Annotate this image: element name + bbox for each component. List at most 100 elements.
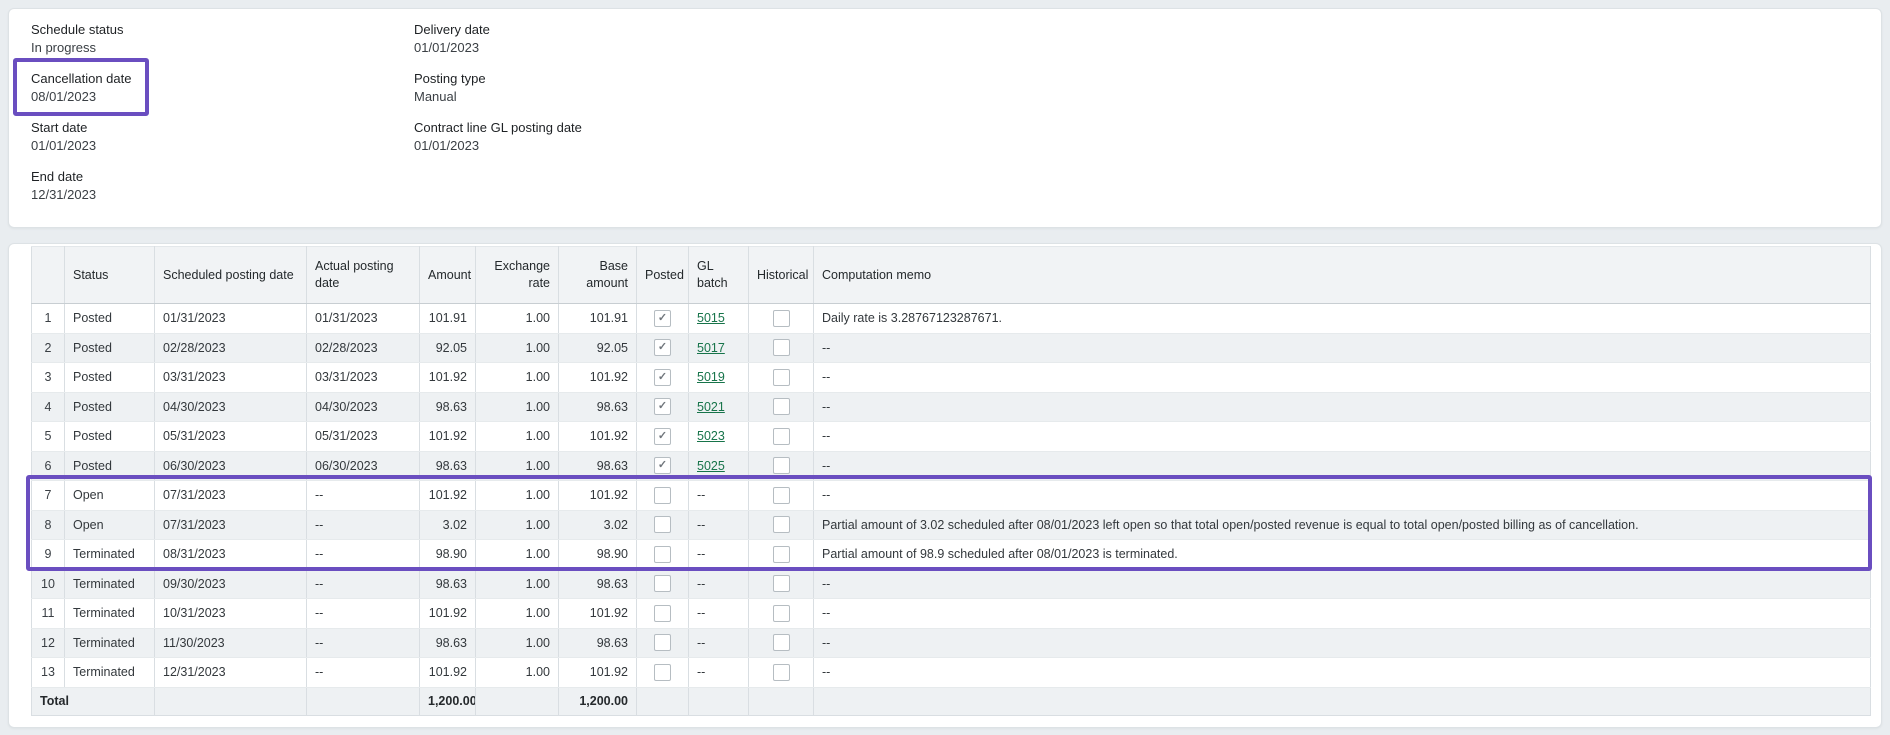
cell-amount: 98.63 [420,569,476,599]
field-label: Contract line GL posting date [414,119,582,137]
historical-checkbox[interactable] [773,546,790,563]
field-group-cancellation-date: Cancellation date08/01/2023 [13,58,149,116]
cell-historical [749,451,814,481]
historical-checkbox[interactable] [773,310,790,327]
posted-checkbox[interactable] [654,546,671,563]
historical-checkbox[interactable] [773,457,790,474]
posted-checkbox[interactable] [654,369,671,386]
field-value: In progress [31,39,124,57]
cell-memo: Partial amount of 3.02 scheduled after 0… [814,510,1871,540]
cell-scheduled: 07/31/2023 [155,481,307,511]
cell-amount: 101.91 [420,304,476,334]
cell-rate: 1.00 [476,569,559,599]
cell-rate: 1.00 [476,422,559,452]
gl-batch-link[interactable]: 5021 [697,400,725,414]
cell-base: 98.63 [559,569,637,599]
posted-checkbox[interactable] [654,310,671,327]
posted-checkbox[interactable] [654,487,671,504]
posted-checkbox[interactable] [654,398,671,415]
gl-batch-link[interactable]: 5023 [697,429,725,443]
table-row: 10Terminated09/30/2023--98.631.0098.63--… [32,569,1871,599]
table-row: 13Terminated12/31/2023--101.921.00101.92… [32,658,1871,688]
summary-fields-right-column: Delivery date01/01/2023Posting typeManua… [414,21,582,168]
historical-checkbox[interactable] [773,487,790,504]
gl-batch-link[interactable]: 5025 [697,459,725,473]
cell-memo: -- [814,481,1871,511]
cell-amount: 98.90 [420,540,476,570]
cell-status: Terminated [65,599,155,629]
cell-historical [749,628,814,658]
cell-rate: 1.00 [476,481,559,511]
cell-num: 4 [32,392,65,422]
cell-rate: 1.00 [476,510,559,540]
cell-memo: -- [814,628,1871,658]
cell-empty [476,687,559,715]
cell-rate: 1.00 [476,540,559,570]
cell-posted [637,363,689,393]
historical-checkbox[interactable] [773,605,790,622]
cell-posted [637,451,689,481]
field-value: 01/01/2023 [414,39,490,57]
cell-num: 13 [32,658,65,688]
cell-actual: -- [307,540,420,570]
historical-checkbox[interactable] [773,664,790,681]
cell-amount: 98.63 [420,392,476,422]
cell-glbatch: 5023 [689,422,749,452]
table-total-row: Total1,200.001,200.00 [32,687,1871,715]
table-row: 4Posted04/30/202304/30/202398.631.0098.6… [32,392,1871,422]
field-label: Cancellation date [31,70,131,88]
cell-num: 3 [32,363,65,393]
posted-checkbox[interactable] [654,457,671,474]
cell-status: Posted [65,304,155,334]
posted-checkbox[interactable] [654,339,671,356]
cell-status: Posted [65,333,155,363]
historical-checkbox[interactable] [773,398,790,415]
posted-checkbox[interactable] [654,575,671,592]
cell-num: 11 [32,599,65,629]
column-header-scheduled-posting-date: Scheduled posting date [155,247,307,304]
cell-rate: 1.00 [476,628,559,658]
posted-checkbox[interactable] [654,516,671,533]
posting-schedule-table: StatusScheduled posting dateActual posti… [31,246,1871,716]
posted-checkbox[interactable] [654,428,671,445]
cell-actual: 01/31/2023 [307,304,420,334]
posted-checkbox[interactable] [654,664,671,681]
historical-checkbox[interactable] [773,634,790,651]
table-row: 9Terminated08/31/2023--98.901.0098.90--P… [32,540,1871,570]
cell-amount: 98.63 [420,628,476,658]
historical-checkbox[interactable] [773,575,790,592]
field-value: 01/01/2023 [414,137,582,155]
table-row: 3Posted03/31/202303/31/2023101.921.00101… [32,363,1871,393]
cell-scheduled: 05/31/2023 [155,422,307,452]
historical-checkbox[interactable] [773,516,790,533]
gl-batch-link[interactable]: 5017 [697,341,725,355]
column-header-posted: Posted [637,247,689,304]
cell-amount: 98.63 [420,451,476,481]
posted-checkbox[interactable] [654,634,671,651]
cell-empty [637,687,689,715]
cell-status: Terminated [65,628,155,658]
cell-amount: 92.05 [420,333,476,363]
column-header-amount: Amount [420,247,476,304]
posted-checkbox[interactable] [654,605,671,622]
gl-batch-link[interactable]: 5015 [697,311,725,325]
cell-glbatch: 5021 [689,392,749,422]
cell-num: 5 [32,422,65,452]
gl-batch-link[interactable]: 5019 [697,370,725,384]
cell-posted [637,628,689,658]
cell-rate: 1.00 [476,363,559,393]
cell-empty [689,687,749,715]
cell-base: 101.92 [559,658,637,688]
historical-checkbox[interactable] [773,369,790,386]
cell-base: 98.63 [559,392,637,422]
historical-checkbox[interactable] [773,428,790,445]
cell-base: 101.92 [559,422,637,452]
field-label: End date [31,168,96,186]
field-group-schedule-status: Schedule statusIn progress [31,21,124,57]
cell-glbatch: -- [689,540,749,570]
historical-checkbox[interactable] [773,339,790,356]
field-label: Start date [31,119,96,137]
cell-scheduled: 11/30/2023 [155,628,307,658]
column-header-historical: Historical [749,247,814,304]
field-value: 08/01/2023 [31,88,131,106]
